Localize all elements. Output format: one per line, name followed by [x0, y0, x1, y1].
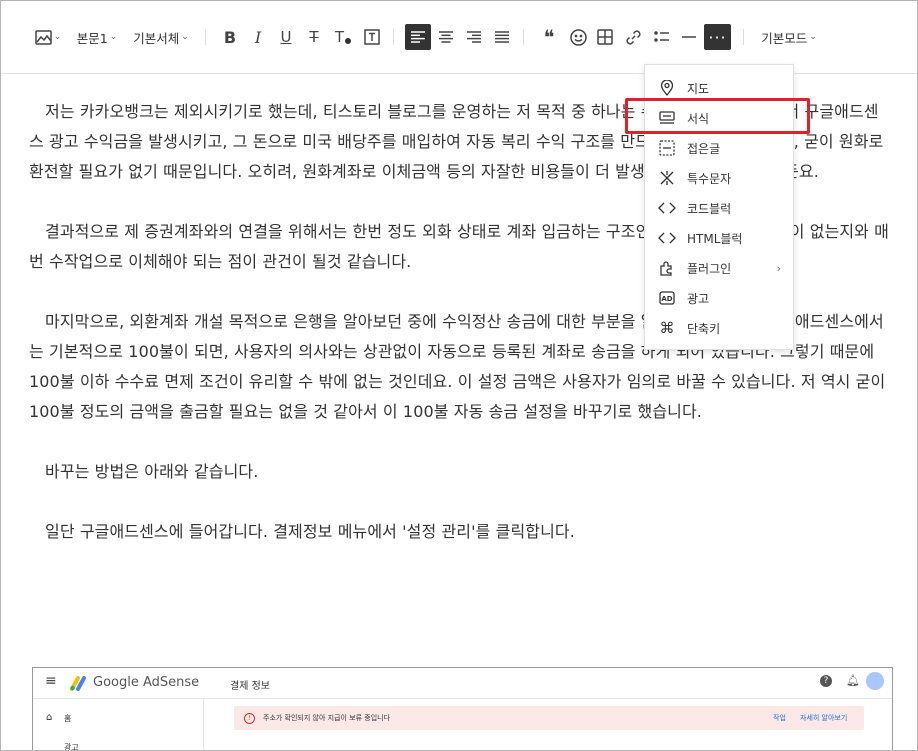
link-icon	[625, 29, 641, 45]
help-icon[interactable]: ?	[820, 675, 832, 687]
menu-item-fold[interactable]: 접은글	[645, 133, 793, 163]
align-left-icon	[411, 31, 425, 43]
menu-item-shortcuts[interactable]: ⌘ 단축키	[645, 313, 793, 343]
notification-icon[interactable]: 🔔︎	[846, 674, 860, 687]
embedded-adsense-screenshot[interactable]: ≡ Google AdSense 결제 정보 ? 🔔︎ ⌂ 홈 광고 ! 주소가…	[32, 667, 893, 750]
text-color-button[interactable]: T	[331, 24, 355, 50]
home-icon[interactable]: ⌂	[46, 712, 52, 723]
adsense-sidebar: ⌂ 홈 광고	[33, 698, 204, 750]
bullet-list-button[interactable]	[650, 24, 674, 50]
align-center-button[interactable]	[434, 24, 458, 50]
bold-button[interactable]: B	[219, 24, 241, 50]
menu-item-ad[interactable]: AD 광고	[645, 283, 793, 313]
command-icon: ⌘	[659, 319, 675, 337]
ad-icon: AD	[657, 288, 677, 308]
horizontal-line-icon	[682, 36, 696, 38]
toolbar-divider	[393, 29, 394, 45]
more-button[interactable]: ···	[704, 24, 731, 50]
font-family-label: 기본서체	[133, 30, 180, 46]
menu-item-special-chars[interactable]: 특수문자	[645, 163, 793, 193]
map-pin-icon	[657, 78, 677, 98]
underline-button[interactable]: U	[275, 24, 297, 50]
menu-item-label: 특수문자	[687, 171, 732, 186]
warning-icon: !	[244, 712, 255, 724]
font-family-dropdown[interactable]: 기본서체 ⌄	[131, 24, 191, 50]
svg-text:AD: AD	[661, 295, 672, 303]
warning-banner: ! 주소가 확인되지 않아 지급이 보류 중입니다 작업 자세히 알아보기	[234, 706, 864, 730]
code-icon	[657, 198, 677, 218]
text-background-icon	[364, 29, 380, 45]
hamburger-icon: ≡	[45, 673, 57, 689]
toolbar-divider	[523, 29, 524, 45]
menu-item-label: 플러그인	[687, 261, 732, 276]
strikethrough-button[interactable]: T	[303, 24, 325, 50]
menu-item-label: 지도	[687, 81, 710, 96]
link-button[interactable]	[621, 24, 645, 50]
banner-text: 주소가 확인되지 않아 지급이 보류 중입니다	[263, 714, 391, 722]
fold-icon	[657, 138, 677, 158]
toolbar-divider	[205, 29, 206, 45]
paragraph: 일단 구글애드센스에 들어갑니다. 결제정보 메뉴에서 '설정 관리'를 클릭합…	[45, 522, 575, 541]
adsense-page-title: 결제 정보	[230, 681, 270, 692]
adsense-brand: Google AdSense	[93, 675, 200, 690]
sidebar-item-home[interactable]: 홈	[64, 713, 71, 724]
quote-button[interactable]: ❝	[537, 24, 561, 50]
align-left-button[interactable]	[405, 24, 431, 50]
menu-item-html-block[interactable]: HTML블럭	[645, 223, 793, 253]
list-icon	[654, 31, 669, 42]
menu-item-label: 광고	[687, 291, 710, 306]
paragraph-style-dropdown[interactable]: 본문1 ⌄	[75, 24, 119, 50]
menu-item-code-block[interactable]: 코드블럭	[645, 193, 793, 223]
editor-mode-dropdown[interactable]: 기본모드 ⌄	[759, 24, 819, 50]
hidden-line-fragment: · · · · · · · · ·	[391, 64, 456, 74]
adsense-header: ≡ Google AdSense 결제 정보 ? 🔔︎	[33, 668, 892, 699]
paragraph-style-label: 본문1	[76, 30, 108, 46]
menu-item-label: 단축키	[687, 321, 721, 336]
chevron-right-icon: ›	[776, 261, 781, 275]
horizontal-rule-button[interactable]	[677, 24, 701, 50]
paragraph: 바꾸는 방법은 아래와 같습니다.	[45, 462, 259, 481]
banner-action-button[interactable]: 작업	[773, 713, 786, 723]
text-background-button[interactable]	[361, 24, 383, 50]
banner-learn-more-link[interactable]: 자세히 알아보기	[800, 713, 847, 723]
menu-item-label: 코드블럭	[687, 201, 732, 216]
image-icon	[34, 29, 52, 45]
editor-mode-label: 기본모드	[761, 30, 808, 46]
italic-button[interactable]: I	[247, 24, 269, 50]
table-icon	[597, 29, 613, 45]
menu-item-label: 접은글	[687, 141, 721, 156]
smiley-icon	[569, 28, 587, 46]
menu-item-label: HTML블럭	[687, 231, 743, 246]
plugin-icon	[657, 258, 677, 278]
image-insert-button[interactable]: ⌄	[33, 24, 63, 50]
more-icon: ···	[708, 27, 727, 47]
table-button[interactable]	[593, 24, 617, 50]
avatar[interactable]	[866, 672, 884, 690]
align-justify-icon	[495, 31, 509, 43]
html-icon	[657, 228, 677, 248]
highlight-box	[625, 98, 810, 134]
adsense-logo-icon	[70, 676, 86, 691]
align-right-icon	[467, 31, 481, 43]
toolbar-divider	[743, 29, 744, 45]
menu-item-plugin[interactable]: 플러그인 ›	[645, 253, 793, 283]
quote-icon: ❝	[543, 25, 555, 49]
sidebar-item-ads[interactable]: 광고	[64, 742, 79, 750]
align-right-button[interactable]	[462, 24, 486, 50]
align-center-icon	[439, 31, 453, 43]
emoticon-button[interactable]	[566, 24, 590, 50]
editor-window: ⌄ 본문1 ⌄ 기본서체 ⌄ B I U T T ❝ ··· 기본모드 ⌄ 저는…	[0, 0, 918, 751]
asterisk-icon	[657, 168, 677, 188]
align-justify-button[interactable]	[490, 24, 514, 50]
